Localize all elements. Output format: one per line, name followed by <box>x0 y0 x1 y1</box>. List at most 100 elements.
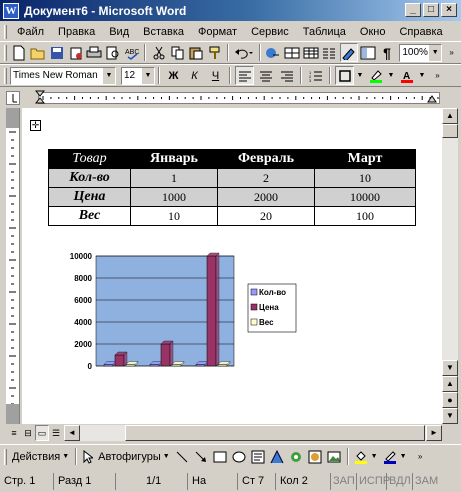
chevron-down-icon[interactable]: ▼ <box>400 453 407 460</box>
status-track-changes[interactable]: ИСПР <box>357 473 390 490</box>
web-view-icon[interactable]: ⊟ <box>21 425 35 441</box>
ruler-track[interactable] <box>38 92 440 104</box>
bottom-margin-marker[interactable] <box>6 404 19 424</box>
data-table[interactable]: Товар Январь Февраль Март Кол-во 1 2 10 … <box>48 149 416 226</box>
status-overtype[interactable]: ЗАМ <box>413 473 441 490</box>
horizontal-ruler[interactable] <box>0 89 461 107</box>
tab-selector[interactable] <box>6 91 20 105</box>
toolbar-grip[interactable] <box>4 448 7 465</box>
font-select[interactable]: Times New Roman ▼ <box>10 66 116 85</box>
outline-view-icon[interactable]: ☰ <box>49 425 63 441</box>
tables-borders-icon[interactable] <box>283 43 300 62</box>
rectangle-icon[interactable] <box>212 447 229 466</box>
table-cell[interactable]: 2 <box>217 168 315 188</box>
menu-tools[interactable]: Сервис <box>244 26 296 38</box>
toolbar-options-icon[interactable]: » <box>428 66 447 85</box>
columns-icon[interactable] <box>321 43 338 62</box>
format-painter-icon[interactable] <box>207 43 224 62</box>
toolbar-grip[interactable] <box>4 67 7 84</box>
align-center-icon[interactable] <box>256 66 275 85</box>
horizontal-scroll-thumb[interactable] <box>125 425 425 441</box>
fill-color-icon[interactable] <box>353 447 370 466</box>
scroll-right-button[interactable]: ► <box>426 425 442 441</box>
minimize-button[interactable]: _ <box>405 3 421 17</box>
table-cell[interactable]: 10 <box>130 206 218 226</box>
document-page[interactable]: ✛ Товар Январь Февраль Март Кол-во 1 2 1… <box>22 108 442 424</box>
autoshapes-menu[interactable]: Автофигуры <box>96 451 163 463</box>
scroll-up-button[interactable]: ▲ <box>442 108 458 124</box>
cut-icon[interactable] <box>150 43 167 62</box>
diagram-icon[interactable] <box>288 447 305 466</box>
menu-format[interactable]: Формат <box>191 26 244 38</box>
scroll-thumb[interactable] <box>442 124 458 138</box>
chevron-down-icon[interactable]: ▼ <box>429 44 442 61</box>
menu-view[interactable]: Вид <box>102 26 136 38</box>
header-cell[interactable]: Февраль <box>217 149 315 169</box>
chevron-down-icon[interactable]: ▼ <box>371 453 378 460</box>
close-button[interactable]: × <box>441 3 457 17</box>
print-layout-view-icon[interactable]: ▭ <box>35 425 49 441</box>
align-right-icon[interactable] <box>277 66 296 85</box>
menu-table[interactable]: Таблица <box>296 26 353 38</box>
header-cell[interactable]: Январь <box>130 149 218 169</box>
print-preview-icon[interactable] <box>105 43 122 62</box>
vertical-ruler[interactable] <box>6 108 20 424</box>
copy-icon[interactable] <box>169 43 186 62</box>
numbering-icon[interactable]: 123 <box>306 66 325 85</box>
table-move-handle-icon[interactable]: ✛ <box>30 120 41 131</box>
browse-object-icon[interactable]: ● <box>442 392 458 408</box>
table-cell[interactable]: 100 <box>314 206 416 226</box>
status-extend[interactable]: ВДЛ <box>387 473 413 490</box>
new-document-icon[interactable] <box>11 43 28 62</box>
chevron-down-icon[interactable]: ▼ <box>418 66 426 85</box>
header-cell[interactable]: Товар <box>48 149 131 169</box>
table-cell[interactable]: 20 <box>217 206 315 226</box>
hyperlink-icon[interactable] <box>265 43 282 62</box>
table-cell[interactable]: 10 <box>314 168 416 188</box>
chevron-down-icon[interactable]: ▼ <box>163 453 170 460</box>
maximize-button[interactable]: □ <box>423 3 439 17</box>
align-left-icon[interactable] <box>235 66 254 85</box>
toolbar-options-icon[interactable]: » <box>443 43 460 62</box>
row-header-cell[interactable]: Вес <box>48 206 131 226</box>
toolbar-options-icon[interactable]: » <box>411 447 430 466</box>
row-header-cell[interactable]: Кол-во <box>48 168 131 188</box>
insert-table-icon[interactable] <box>302 43 319 62</box>
menu-file[interactable]: Файл <box>10 26 51 38</box>
highlight-icon[interactable] <box>366 66 385 85</box>
top-margin-marker[interactable] <box>6 108 19 128</box>
actions-menu[interactable]: Действия <box>10 451 62 463</box>
line-icon[interactable] <box>174 447 191 466</box>
font-color-icon[interactable]: A <box>397 66 416 85</box>
table-cell[interactable]: 1000 <box>130 187 218 207</box>
spelling-icon[interactable]: ABC <box>124 43 141 62</box>
toolbar-grip[interactable] <box>4 24 7 39</box>
show-formatting-icon[interactable]: ¶ <box>379 43 396 62</box>
chevron-down-icon[interactable]: ▼ <box>142 67 154 84</box>
menu-edit[interactable]: Правка <box>51 26 102 38</box>
right-indent-marker-icon[interactable] <box>427 94 437 103</box>
table-cell[interactable]: 1 <box>130 168 218 188</box>
scroll-down-button[interactable]: ▼ <box>442 360 458 376</box>
indent-marker-icon[interactable] <box>34 90 46 105</box>
select-objects-icon[interactable] <box>81 447 95 466</box>
print-icon[interactable] <box>86 43 103 62</box>
next-page-icon[interactable]: ▼ <box>442 408 458 424</box>
oval-icon[interactable] <box>231 447 248 466</box>
menu-window[interactable]: Окно <box>353 26 393 38</box>
arrow-icon[interactable] <box>193 447 210 466</box>
row-header-cell[interactable]: Цена <box>48 187 131 207</box>
vertical-scrollbar[interactable]: ▲ ▼ ▲ ● ▼ <box>442 108 458 424</box>
status-record[interactable]: ЗАП <box>331 473 357 490</box>
chevron-down-icon[interactable]: ▼ <box>356 66 364 85</box>
header-cell[interactable]: Март <box>314 149 416 169</box>
drawing-toggle-icon[interactable] <box>339 43 358 62</box>
table-cell[interactable]: 10000 <box>314 187 416 207</box>
wordart-icon[interactable] <box>269 447 286 466</box>
previous-page-icon[interactable]: ▲ <box>442 376 458 392</box>
insert-picture-icon[interactable] <box>326 447 343 466</box>
horizontal-scroll-track[interactable] <box>80 425 426 441</box>
underline-button[interactable]: Ч <box>206 66 225 85</box>
permission-icon[interactable] <box>67 43 84 62</box>
scroll-left-button[interactable]: ◄ <box>64 425 80 441</box>
